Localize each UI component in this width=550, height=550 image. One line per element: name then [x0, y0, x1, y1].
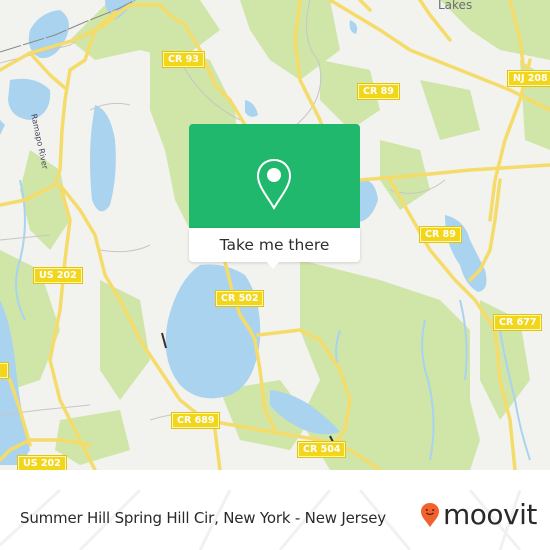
shore-mark [161, 332, 167, 349]
road-shield-cr89-south: CR 89 [419, 226, 462, 243]
popup-header [189, 124, 360, 228]
road-shield-nj208: NJ 208 [507, 70, 550, 87]
road-shield-cr677: CR 677 [492, 314, 543, 331]
road-shield-us202: US 202 [33, 267, 83, 284]
road-shield-cr502: CR 502 [214, 290, 265, 307]
moovit-logo[interactable]: moovit [420, 500, 537, 530]
moovit-smiley-pin-icon [421, 503, 439, 527]
map-view[interactable]: Lakes Ramapo River CR 93 CR 89 NJ 208 CR… [0, 0, 550, 470]
moovit-wordmark: moovit [443, 498, 537, 531]
take-me-there-button[interactable]: Take me there [189, 228, 360, 262]
destination-popup: Take me there [189, 124, 360, 269]
road-shield-cr93: CR 93 [162, 51, 205, 68]
location-title: Summer Hill Spring Hill Cir, New York - … [20, 509, 386, 527]
road-shield-cr89: CR 89 [357, 83, 400, 100]
place-label-lakes: Lakes [438, 0, 473, 12]
footer-bar: Summer Hill Spring Hill Cir, New York - … [0, 490, 550, 550]
location-pin-icon [256, 158, 292, 210]
road-shield-edge-left [0, 362, 9, 379]
road-shield-cr689: CR 689 [170, 412, 221, 429]
popup-pointer [266, 261, 280, 269]
road-shield-cr504: CR 504 [296, 441, 347, 458]
road-shield-us202-south: US 202 [17, 455, 67, 470]
